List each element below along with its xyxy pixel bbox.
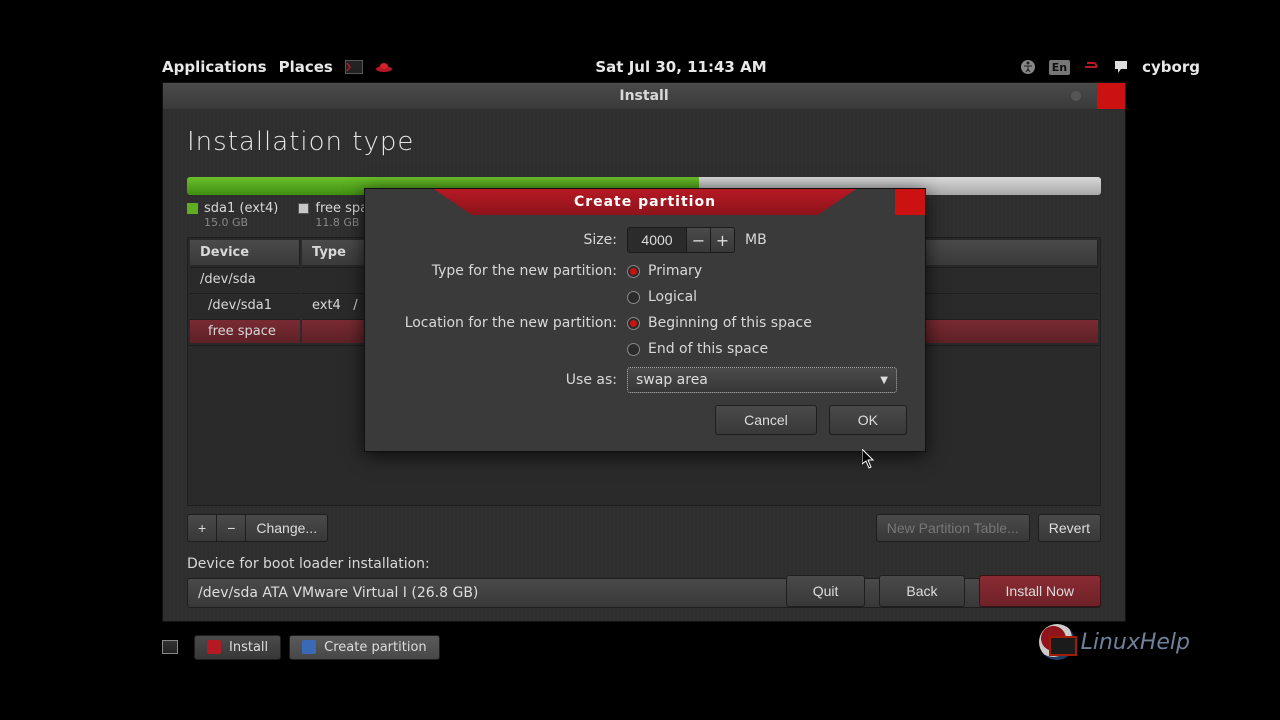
legend-sda1-size: 15.0 GB [204, 216, 278, 229]
app-icon [302, 640, 316, 654]
useas-select[interactable]: swap area ▼ [627, 367, 897, 393]
radio-icon [627, 291, 640, 304]
radio-icon [627, 265, 640, 278]
applications-menu[interactable]: Applications [162, 58, 267, 76]
radio-icon [627, 317, 640, 330]
type-logical-radio[interactable]: Logical [627, 289, 702, 305]
bootloader-label: Device for boot loader installation: [187, 556, 1101, 572]
back-button[interactable]: Back [879, 575, 964, 607]
mouse-cursor-icon [862, 449, 876, 469]
keyboard-layout-indicator[interactable]: En [1049, 60, 1070, 75]
location-end-radio[interactable]: End of this space [627, 341, 812, 357]
size-increment-button[interactable]: + [711, 227, 735, 253]
remove-partition-button[interactable]: − [217, 514, 246, 542]
network-icon[interactable] [1082, 58, 1100, 76]
type-primary-radio[interactable]: Primary [627, 263, 702, 279]
install-now-button[interactable]: Install Now [979, 575, 1101, 607]
app-icon [207, 640, 221, 654]
task-install[interactable]: Install [194, 635, 281, 660]
terminal-launcher-icon[interactable] [345, 58, 363, 76]
minimize-icon[interactable] [1071, 91, 1081, 101]
size-spinbox[interactable]: − + [627, 227, 735, 253]
quit-button[interactable]: Quit [786, 575, 866, 607]
size-decrement-button[interactable]: − [687, 227, 711, 253]
dialog-titlebar[interactable]: Create partition [365, 189, 925, 215]
new-partition-table-button: New Partition Table... [876, 514, 1030, 542]
col-device[interactable]: Device [190, 240, 300, 265]
chat-icon[interactable] [1112, 58, 1130, 76]
bootloader-value: /dev/sda ATA VMware Virtual I (26.8 GB) [198, 585, 478, 601]
location-label: Location for the new partition: [383, 315, 627, 331]
useas-label: Use as: [383, 372, 627, 388]
accessibility-icon[interactable] [1019, 58, 1037, 76]
useas-value: swap area [636, 372, 708, 388]
install-window-titlebar[interactable]: Install [163, 83, 1125, 109]
location-beginning-radio[interactable]: Beginning of this space [627, 315, 812, 331]
revert-button[interactable]: Revert [1038, 514, 1101, 542]
chevron-down-icon: ▼ [880, 375, 888, 386]
legend-sda1-label: sda1 (ext4) [204, 201, 278, 216]
ok-button[interactable]: OK [829, 405, 907, 435]
create-partition-dialog: Create partition Size: − + MB Type for t… [364, 188, 926, 452]
close-icon[interactable] [1097, 83, 1125, 109]
change-partition-button[interactable]: Change... [246, 514, 328, 542]
size-label: Size: [383, 232, 627, 248]
dialog-close-icon[interactable] [895, 189, 925, 215]
top-panel: Applications Places Sat Jul 30, 11:43 AM… [162, 54, 1200, 80]
type-label: Type for the new partition: [383, 263, 627, 279]
hat-launcher-icon[interactable] [375, 58, 393, 76]
cancel-button[interactable]: Cancel [715, 405, 817, 435]
size-unit: MB [745, 232, 767, 248]
watermark: LinuxHelp [1039, 624, 1190, 660]
add-partition-button[interactable]: + [187, 514, 217, 542]
places-menu[interactable]: Places [279, 58, 333, 76]
show-desktop-icon[interactable] [162, 640, 178, 654]
user-menu[interactable]: cyborg [1142, 58, 1200, 76]
radio-icon [627, 343, 640, 356]
page-title: Installation type [187, 127, 1101, 157]
task-create-partition[interactable]: Create partition [289, 635, 440, 660]
size-input[interactable] [627, 227, 687, 253]
dialog-title: Create partition [574, 194, 716, 210]
install-window-title: Install [619, 88, 668, 104]
